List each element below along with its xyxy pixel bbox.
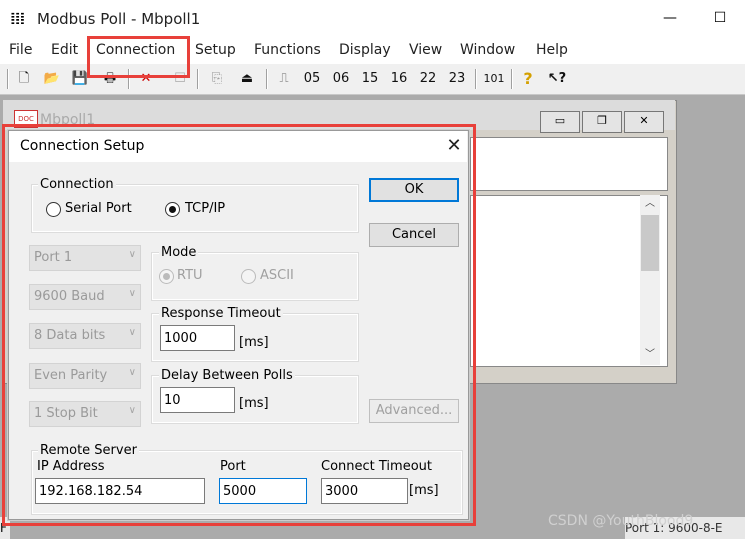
child-restore-button[interactable]: ❐ — [582, 111, 622, 133]
menu-view[interactable]: View — [409, 42, 442, 58]
data-grid[interactable] — [470, 195, 668, 367]
menu-display[interactable]: Display — [339, 42, 391, 58]
toolbar-separator — [197, 69, 199, 89]
menu-window[interactable]: Window — [460, 42, 515, 58]
toolbar-separator — [475, 69, 477, 89]
new-file-icon[interactable]: 🗋 — [14, 68, 34, 90]
open-folder-icon[interactable]: 📂 — [41, 68, 63, 90]
menu-edit[interactable]: Edit — [51, 42, 78, 58]
connection-menu-highlight — [87, 36, 190, 78]
child-close-button[interactable]: ✕ — [624, 111, 664, 133]
modbus-app-icon: 𝍖 — [10, 9, 26, 29]
function-15-button[interactable]: 15 — [359, 68, 381, 90]
function-16-button[interactable]: 16 — [388, 68, 410, 90]
pulse-icon[interactable]: ⎍ — [274, 68, 294, 90]
menu-file[interactable]: File — [9, 42, 32, 58]
toolbar-separator — [266, 69, 268, 89]
disconnect-icon[interactable]: ⏏ — [236, 68, 258, 90]
menu-help[interactable]: Help — [536, 42, 568, 58]
whats-this-icon[interactable]: ↖? — [545, 68, 569, 90]
function-22-button[interactable]: 22 — [417, 68, 439, 90]
child-header-panel — [470, 137, 668, 191]
function-05-button[interactable]: 05 — [301, 68, 323, 90]
toolbar-separator — [7, 69, 9, 89]
scrollbar-thumb[interactable] — [641, 215, 659, 271]
child-minimize-button[interactable]: ▭ — [540, 111, 580, 133]
function-23-button[interactable]: 23 — [446, 68, 468, 90]
watermark: CSDN @YouthBlood9 — [548, 513, 694, 529]
function-06-button[interactable]: 06 — [330, 68, 352, 90]
window-title: Modbus Poll - Mbpoll1 — [37, 10, 201, 28]
toolbar-separator — [511, 69, 513, 89]
maximize-button[interactable]: ☐ — [705, 5, 735, 31]
connect-icon[interactable]: ⎘ — [206, 68, 228, 90]
dialog-highlight — [2, 124, 476, 526]
help-icon[interactable]: ? — [518, 68, 538, 90]
scroll-up-icon[interactable]: ︿ — [641, 196, 659, 212]
scroll-down-icon[interactable]: ﹀ — [641, 347, 659, 363]
function-101-button[interactable]: 101 — [481, 68, 507, 90]
menu-setup[interactable]: Setup — [195, 42, 236, 58]
minimize-button[interactable]: — — [655, 5, 685, 31]
menu-functions[interactable]: Functions — [254, 42, 321, 58]
